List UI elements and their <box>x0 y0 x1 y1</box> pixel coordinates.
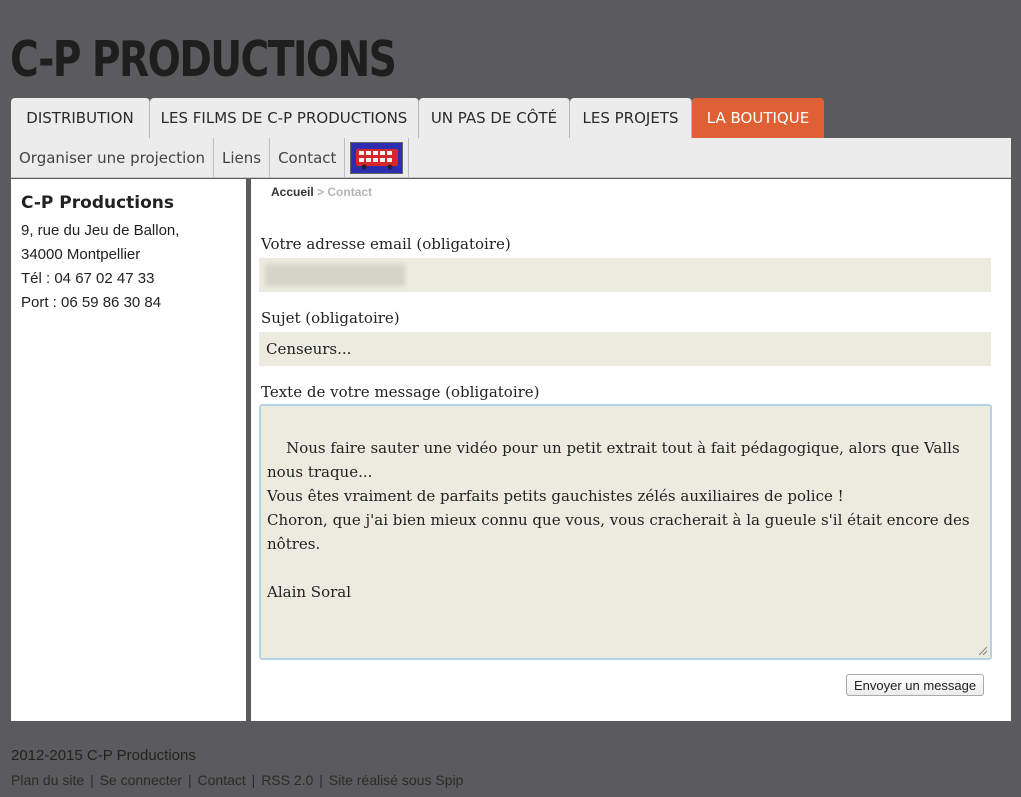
subject-label: Sujet (obligatoire) <box>261 309 400 327</box>
sub-nav-item-bus[interactable] <box>345 138 410 177</box>
sub-nav-item-contact[interactable]: Contact <box>270 138 346 177</box>
footer-links: Plan du site | Se connecter | Contact | … <box>11 772 463 788</box>
sidebar-company-name: C-P Productions <box>21 193 175 213</box>
email-label: Votre adresse email (obligatoire) <box>261 235 511 253</box>
footer-link-plan[interactable]: Plan du site <box>11 772 84 788</box>
message-label: Texte de votre message (obligatoire) <box>261 383 540 401</box>
resize-grip-icon[interactable] <box>979 647 987 655</box>
footer-separator: | <box>251 772 256 788</box>
sidebar-address-line1: 9, rue du Jeu de Ballon, <box>21 222 180 239</box>
tab-la-boutique[interactable]: LA BOUTIQUE <box>692 98 824 138</box>
bus-icon[interactable] <box>350 141 404 174</box>
breadcrumb-separator: > <box>317 185 325 199</box>
message-textarea[interactable]: Nous faire sauter une vidéo pour un peti… <box>259 404 992 660</box>
footer-copyright: 2012-2015 C-P Productions <box>11 747 196 764</box>
email-field[interactable] <box>259 258 991 292</box>
sub-nav-item-organiser[interactable]: Organiser une projection <box>11 138 214 177</box>
breadcrumb-current: Contact <box>327 185 373 199</box>
breadcrumb-home[interactable]: Accueil <box>271 185 314 199</box>
tab-distribution[interactable]: DISTRIBUTION <box>11 98 150 138</box>
sidebar-mobile: Port : 06 59 86 30 84 <box>21 294 162 311</box>
tab-les-projets[interactable]: LES PROJETS <box>570 98 692 138</box>
email-redacted <box>265 264 405 286</box>
footer-link-spip[interactable]: Site réalisé sous Spip <box>329 772 464 788</box>
subject-field[interactable]: Censeurs... <box>259 332 991 366</box>
footer-link-login[interactable]: Se connecter <box>100 772 183 788</box>
main-content: Accueil > Contact Votre adresse email (o… <box>251 179 1011 721</box>
main-nav: DISTRIBUTION LES FILMS DE C-P PRODUCTION… <box>11 98 824 138</box>
sub-nav-item-liens[interactable]: Liens <box>214 138 271 177</box>
footer-separator: | <box>187 772 192 788</box>
footer-link-contact[interactable]: Contact <box>198 772 246 788</box>
site-title[interactable]: C-P PRODUCTIONS <box>10 30 397 90</box>
sidebar: C-P Productions 9, rue du Jeu de Ballon,… <box>11 179 246 721</box>
sub-nav: Organiser une projection Liens Contact <box>11 138 1011 178</box>
footer-link-rss[interactable]: RSS 2.0 <box>261 772 313 788</box>
send-message-button[interactable]: Envoyer un message <box>846 674 985 696</box>
footer-separator: | <box>319 772 323 788</box>
breadcrumb: Accueil > Contact <box>271 185 372 199</box>
tab-un-pas-de-cote[interactable]: UN PAS DE CÔTÉ <box>419 98 570 138</box>
tab-les-films[interactable]: LES FILMS DE C-P PRODUCTIONS <box>150 98 419 138</box>
message-text: Nous faire sauter une vidéo pour un peti… <box>267 439 970 601</box>
sidebar-address-line2: 34000 Montpellier <box>21 246 141 263</box>
sidebar-phone: Tél : 04 67 02 47 33 <box>21 270 155 287</box>
footer-separator: | <box>90 772 94 788</box>
